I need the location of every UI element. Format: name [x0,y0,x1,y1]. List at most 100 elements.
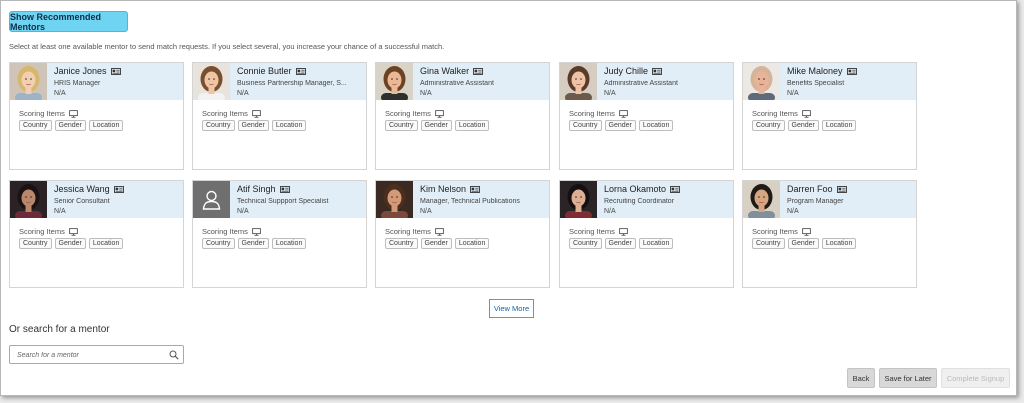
mentor-name[interactable]: Jessica Wang [54,184,110,194]
mentor-location: N/A [54,90,66,97]
mentor-name[interactable]: Darren Foo [787,184,833,194]
mentor-card[interactable]: Lorna Okamoto Recruiting Coordinator N/A Sc… [559,180,734,288]
mentor-card[interactable]: Mike Maloney Benefits Specialist N/A Scorin… [742,62,917,170]
id-card-icon[interactable] [110,67,121,75]
mentor-card[interactable]: Atif Singh Technical Suppport Specialist N… [192,180,367,288]
id-card-icon[interactable] [836,185,847,193]
scoring-tags: Country Gender Location [385,120,490,131]
mentor-location: N/A [604,208,616,215]
mentor-card[interactable]: Kim Nelson Manager, Technical Publication… [375,180,550,288]
scoring-items: Scoring Items [202,109,261,118]
id-card-icon[interactable] [846,67,857,75]
monitor-icon[interactable] [252,109,261,118]
scoring-tag: Gender [237,238,269,249]
instruction-text: Select at least one available mentor to … [9,42,445,51]
scoring-tag: Country [752,238,785,249]
scoring-tag: Country [19,238,52,249]
scoring-items-label: Scoring Items [202,227,248,236]
mentor-card[interactable]: Darren Foo Program Manager N/A Scoring Item… [742,180,917,288]
scoring-tag: Location [271,238,307,249]
scoring-tag: Location [271,120,307,131]
mentor-name[interactable]: Judy Chille [604,66,648,76]
id-card-icon[interactable] [279,185,290,193]
scoring-items: Scoring Items [385,109,444,118]
mentor-photo [10,63,47,100]
search-icon[interactable] [169,350,179,360]
scoring-tag: Gender [420,238,452,249]
mentor-name[interactable]: Kim Nelson [420,184,466,194]
mentor-title: Senior Consultant [54,198,110,205]
scoring-tag: Location [88,238,124,249]
scoring-tag: Country [385,120,418,131]
id-card-icon[interactable] [295,67,306,75]
mentor-title: Administrative Assistant [420,80,494,87]
mentor-location: N/A [420,208,432,215]
search-box [9,345,184,364]
save-for-later-button[interactable]: Save for Later [879,368,937,388]
mentor-photo [376,181,413,218]
mentor-location: N/A [604,90,616,97]
scoring-items-label: Scoring Items [752,109,798,118]
scoring-items-label: Scoring Items [19,109,65,118]
mentor-title: Business Partnership Manager, S... [237,80,347,87]
monitor-icon[interactable] [252,227,261,236]
scoring-tags: Country Gender Location [202,238,307,249]
mentor-card[interactable]: Jessica Wang Senior Consultant N/A Scoring … [9,180,184,288]
monitor-icon[interactable] [619,227,628,236]
mentor-name[interactable]: Lorna Okamoto [604,184,666,194]
scoring-tag: Location [821,120,857,131]
mentor-card-header: Atif Singh Technical Suppport Specialist N… [193,181,366,218]
complete-signup-button: Complete Signup [941,368,1010,388]
id-card-icon[interactable] [473,67,484,75]
mentor-name[interactable]: Gina Walker [420,66,469,76]
scoring-tags: Country Gender Location [19,238,124,249]
scoring-tags: Country Gender Location [385,238,490,249]
monitor-icon[interactable] [69,109,78,118]
search-input[interactable] [17,349,157,361]
scoring-items-label: Scoring Items [202,109,248,118]
id-card-icon[interactable] [470,185,480,193]
mentor-card-header: Darren Foo Program Manager N/A [743,181,916,218]
monitor-icon[interactable] [802,227,811,236]
id-card-icon[interactable] [652,67,662,75]
mentor-title: Technical Suppport Specialist [237,198,329,205]
mentor-location: N/A [420,90,432,97]
mentor-card[interactable]: Judy Chille Administrative Assistant N/A Sc… [559,62,734,170]
mentor-card[interactable]: Janice Jones HRIS Manager N/A Scoring Items… [9,62,184,170]
id-card-icon[interactable] [670,185,680,193]
mentor-photo [560,181,597,218]
scoring-items: Scoring Items [752,227,811,236]
monitor-icon[interactable] [619,109,628,118]
mentor-name[interactable]: Connie Butler [237,66,292,76]
mentor-name[interactable]: Janice Jones [54,66,107,76]
scoring-items: Scoring Items [19,109,78,118]
mentor-card[interactable]: Connie Butler Business Partnership Manage… [192,62,367,170]
mentor-name[interactable]: Atif Singh [237,184,276,194]
mentor-title: HRIS Manager [54,80,101,87]
scoring-items: Scoring Items [19,227,78,236]
mentor-card-header: Mike Maloney Benefits Specialist N/A [743,63,916,100]
monitor-icon[interactable] [69,227,78,236]
scoring-tag: Gender [237,120,269,131]
scoring-tag: Country [19,120,52,131]
scoring-tag: Location [821,238,857,249]
mentor-card[interactable]: Gina Walker Administrative Assistant N/A Sc… [375,62,550,170]
view-more-button[interactable]: View More [489,299,534,318]
scoring-tag: Country [569,238,602,249]
monitor-icon[interactable] [435,109,444,118]
id-card-icon[interactable] [113,185,124,193]
back-button[interactable]: Back [847,368,875,388]
monitor-icon[interactable] [802,109,811,118]
mentor-title: Manager, Technical Publications [420,198,520,205]
scoring-items: Scoring Items [752,109,811,118]
scoring-items: Scoring Items [569,227,628,236]
show-recommended-mentors-button[interactable]: Show Recommended Mentors [9,11,128,32]
scoring-tag: Location [638,120,674,131]
mentor-card-header: Janice Jones HRIS Manager N/A [10,63,183,100]
mentor-name[interactable]: Mike Maloney [787,66,843,76]
scoring-items-label: Scoring Items [569,109,615,118]
scoring-tag: Location [454,238,490,249]
mentor-title: Recruiting Coordinator [604,198,675,205]
scoring-tags: Country Gender Location [19,120,124,131]
monitor-icon[interactable] [435,227,444,236]
